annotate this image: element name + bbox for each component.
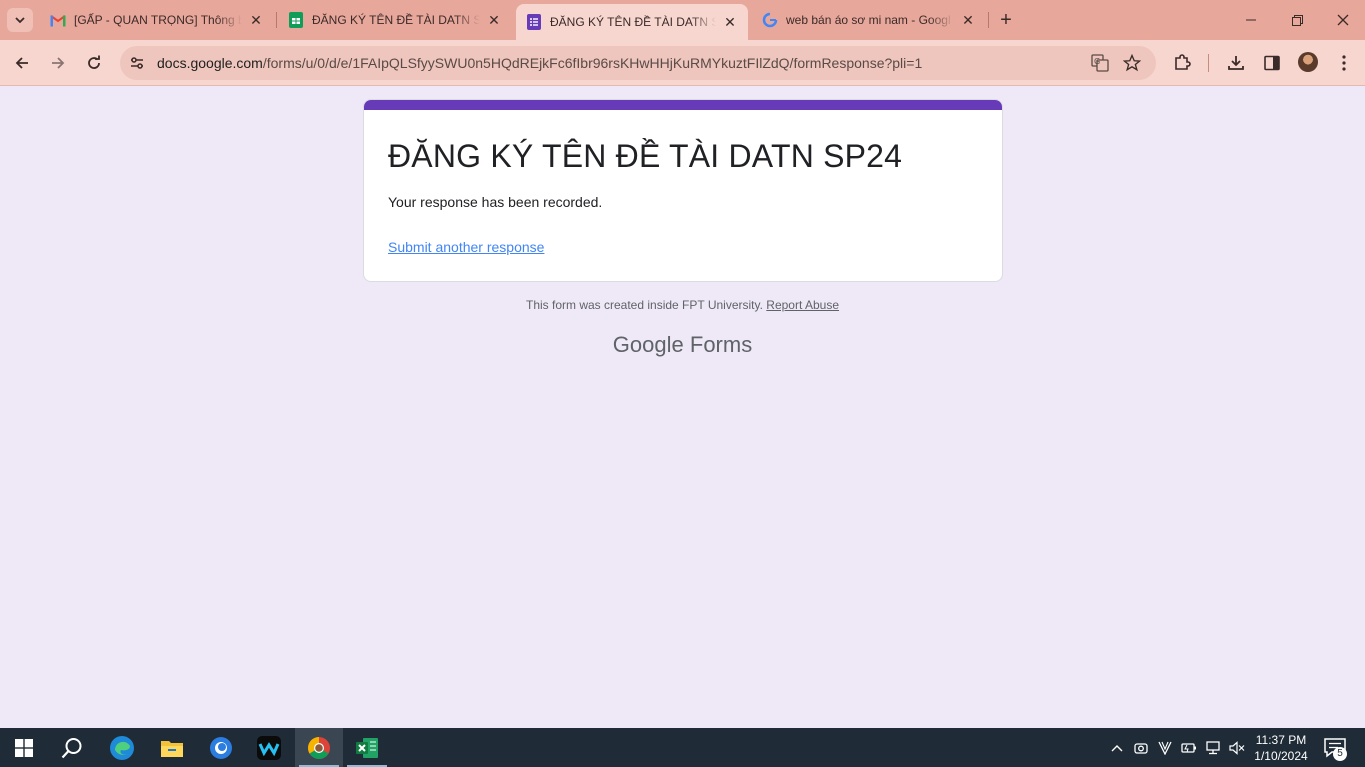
volume-muted-icon — [1229, 740, 1245, 755]
brand-google: Google — [612, 332, 684, 357]
download-icon — [1228, 56, 1244, 70]
reload-icon — [88, 55, 100, 69]
tab-title: ĐĂNG KÝ TÊN ĐỀ TÀI DATN SP2 — [550, 15, 716, 29]
edge-icon — [110, 735, 134, 760]
url-host: docs.google.com — [157, 55, 263, 71]
chrome-icon — [308, 736, 330, 759]
tab-strip: [GẤP - QUAN TRỌNG] Thông b ✕ ĐĂNG KÝ TÊN… — [0, 0, 1365, 40]
battery-icon — [1181, 742, 1196, 753]
side-panel-button[interactable] — [1260, 51, 1284, 75]
close-icon[interactable]: ✕ — [248, 12, 264, 28]
show-hidden-icons-button[interactable] — [1108, 728, 1126, 767]
tray-camera[interactable] — [1132, 728, 1150, 767]
url-text[interactable]: docs.google.com/forms/u/0/d/e/1FAIpQLSfy… — [157, 55, 922, 71]
close-icon[interactable]: ✕ — [960, 12, 976, 28]
puzzle-icon — [1175, 54, 1191, 70]
close-icon[interactable]: ✕ — [486, 12, 502, 28]
url-path: /forms/u/0/d/e/1FAIpQLSfyySWU0n5HQdREjkF… — [262, 55, 923, 71]
sheets-icon — [288, 12, 304, 28]
tab-title: web bán áo sơ mi nam - Googl — [786, 13, 951, 27]
browser-toolbar: docs.google.com/forms/u/0/d/e/1FAIpQLSfy… — [0, 40, 1365, 86]
report-abuse-link[interactable]: Report Abuse — [766, 298, 839, 312]
minimize-icon — [1246, 19, 1256, 21]
menu-button[interactable] — [1332, 51, 1356, 75]
profile-avatar[interactable] — [1298, 52, 1318, 72]
back-button[interactable] — [8, 49, 36, 77]
clock-time: 11:37 PM — [1255, 733, 1307, 747]
taskbar-chrome[interactable] — [295, 728, 343, 767]
tab-forms[interactable]: ĐĂNG KÝ TÊN ĐỀ TÀI DATN SP2 ✕ — [516, 4, 748, 40]
svg-text:G: G — [1094, 57, 1100, 66]
forms-icon — [526, 14, 542, 30]
folder-icon — [161, 740, 183, 757]
google-forms-logo[interactable]: Google Forms — [0, 332, 1365, 358]
more-vert-icon — [1342, 55, 1346, 71]
card-accent-bar — [364, 100, 1002, 110]
arrow-left-icon — [15, 57, 28, 69]
confirmation-message: Your response has been recorded. — [388, 194, 603, 210]
arrow-right-icon — [52, 57, 65, 69]
extensions-button[interactable] — [1170, 51, 1194, 75]
taskbar-webex[interactable] — [245, 728, 293, 767]
tab-google-search[interactable]: web bán áo sơ mi nam - Googl ✕ — [752, 4, 986, 36]
taskbar-search-button[interactable] — [48, 728, 96, 767]
taskbar-excel[interactable] — [343, 728, 391, 767]
downloads-button[interactable] — [1224, 51, 1248, 75]
tab-gmail[interactable]: [GẤP - QUAN TRỌNG] Thông b ✕ — [40, 4, 274, 36]
forward-button[interactable] — [44, 49, 72, 77]
footer-note-text: This form was created inside FPT Univers… — [525, 298, 763, 312]
webex-icon — [257, 735, 281, 760]
tab-sheets[interactable]: ĐĂNG KÝ TÊN ĐỀ TÀI DATN SP2 ✕ — [278, 4, 512, 36]
start-button[interactable] — [0, 728, 48, 767]
reload-button[interactable] — [80, 49, 108, 77]
tab-search-button[interactable] — [7, 8, 33, 32]
taskbar-file-explorer[interactable] — [148, 728, 196, 767]
plus-icon: + — [1000, 8, 1012, 31]
close-icon[interactable]: ✕ — [722, 14, 738, 30]
chevron-up-icon — [1111, 744, 1123, 751]
taskbar-clock[interactable]: 11:37 PM 1/10/2024 — [1248, 732, 1314, 764]
app-circle-icon — [210, 736, 232, 759]
tab-divider — [988, 12, 989, 28]
gmail-icon — [50, 12, 66, 28]
bookmark-star-icon[interactable] — [1122, 53, 1142, 73]
clock-date: 1/10/2024 — [1254, 749, 1308, 763]
brand-forms: Forms — [689, 332, 753, 357]
close-icon — [1337, 14, 1349, 26]
footer-note: This form was created inside FPT Univers… — [0, 298, 1365, 312]
notification-count-badge: 5 — [1333, 747, 1347, 761]
tray-battery[interactable] — [1179, 728, 1199, 767]
close-window-button[interactable] — [1320, 6, 1365, 34]
network-icon — [1206, 740, 1220, 754]
toolbar-divider — [1208, 54, 1209, 72]
form-title: ĐĂNG KÝ TÊN ĐỀ TÀI DATN SP24 — [388, 138, 903, 174]
address-bar[interactable]: docs.google.com/forms/u/0/d/e/1FAIpQLSfy… — [120, 46, 1156, 80]
side-panel-icon — [1264, 55, 1280, 71]
windows-icon — [15, 738, 33, 757]
google-icon — [762, 12, 778, 28]
translate-icon[interactable]: G — [1090, 53, 1110, 73]
submit-another-link[interactable]: Submit another response — [388, 239, 544, 255]
excel-icon — [356, 737, 378, 758]
taskbar-app-blue[interactable] — [197, 728, 245, 767]
windows-taskbar: 11:37 PM 1/10/2024 5 — [0, 728, 1365, 767]
tray-volume[interactable] — [1227, 728, 1247, 767]
restore-icon — [1291, 14, 1303, 26]
tray-vpn[interactable] — [1156, 728, 1174, 767]
tray-network[interactable] — [1203, 728, 1223, 767]
response-card: ĐĂNG KÝ TÊN ĐỀ TÀI DATN SP24 Your respon… — [363, 99, 1003, 282]
v-icon — [1158, 741, 1172, 755]
tab-title: [GẤP - QUAN TRỌNG] Thông b — [74, 13, 242, 27]
tab-title: ĐĂNG KÝ TÊN ĐỀ TÀI DATN SP2 — [312, 13, 480, 27]
camera-icon — [1134, 742, 1148, 754]
minimize-button[interactable] — [1228, 6, 1274, 34]
new-tab-button[interactable]: + — [994, 8, 1018, 32]
taskbar-edge[interactable] — [98, 728, 146, 767]
site-info-icon[interactable] — [127, 53, 147, 73]
restore-button[interactable] — [1274, 6, 1320, 34]
tab-divider — [276, 12, 277, 28]
chevron-down-icon — [15, 17, 25, 24]
search-icon — [61, 737, 82, 758]
